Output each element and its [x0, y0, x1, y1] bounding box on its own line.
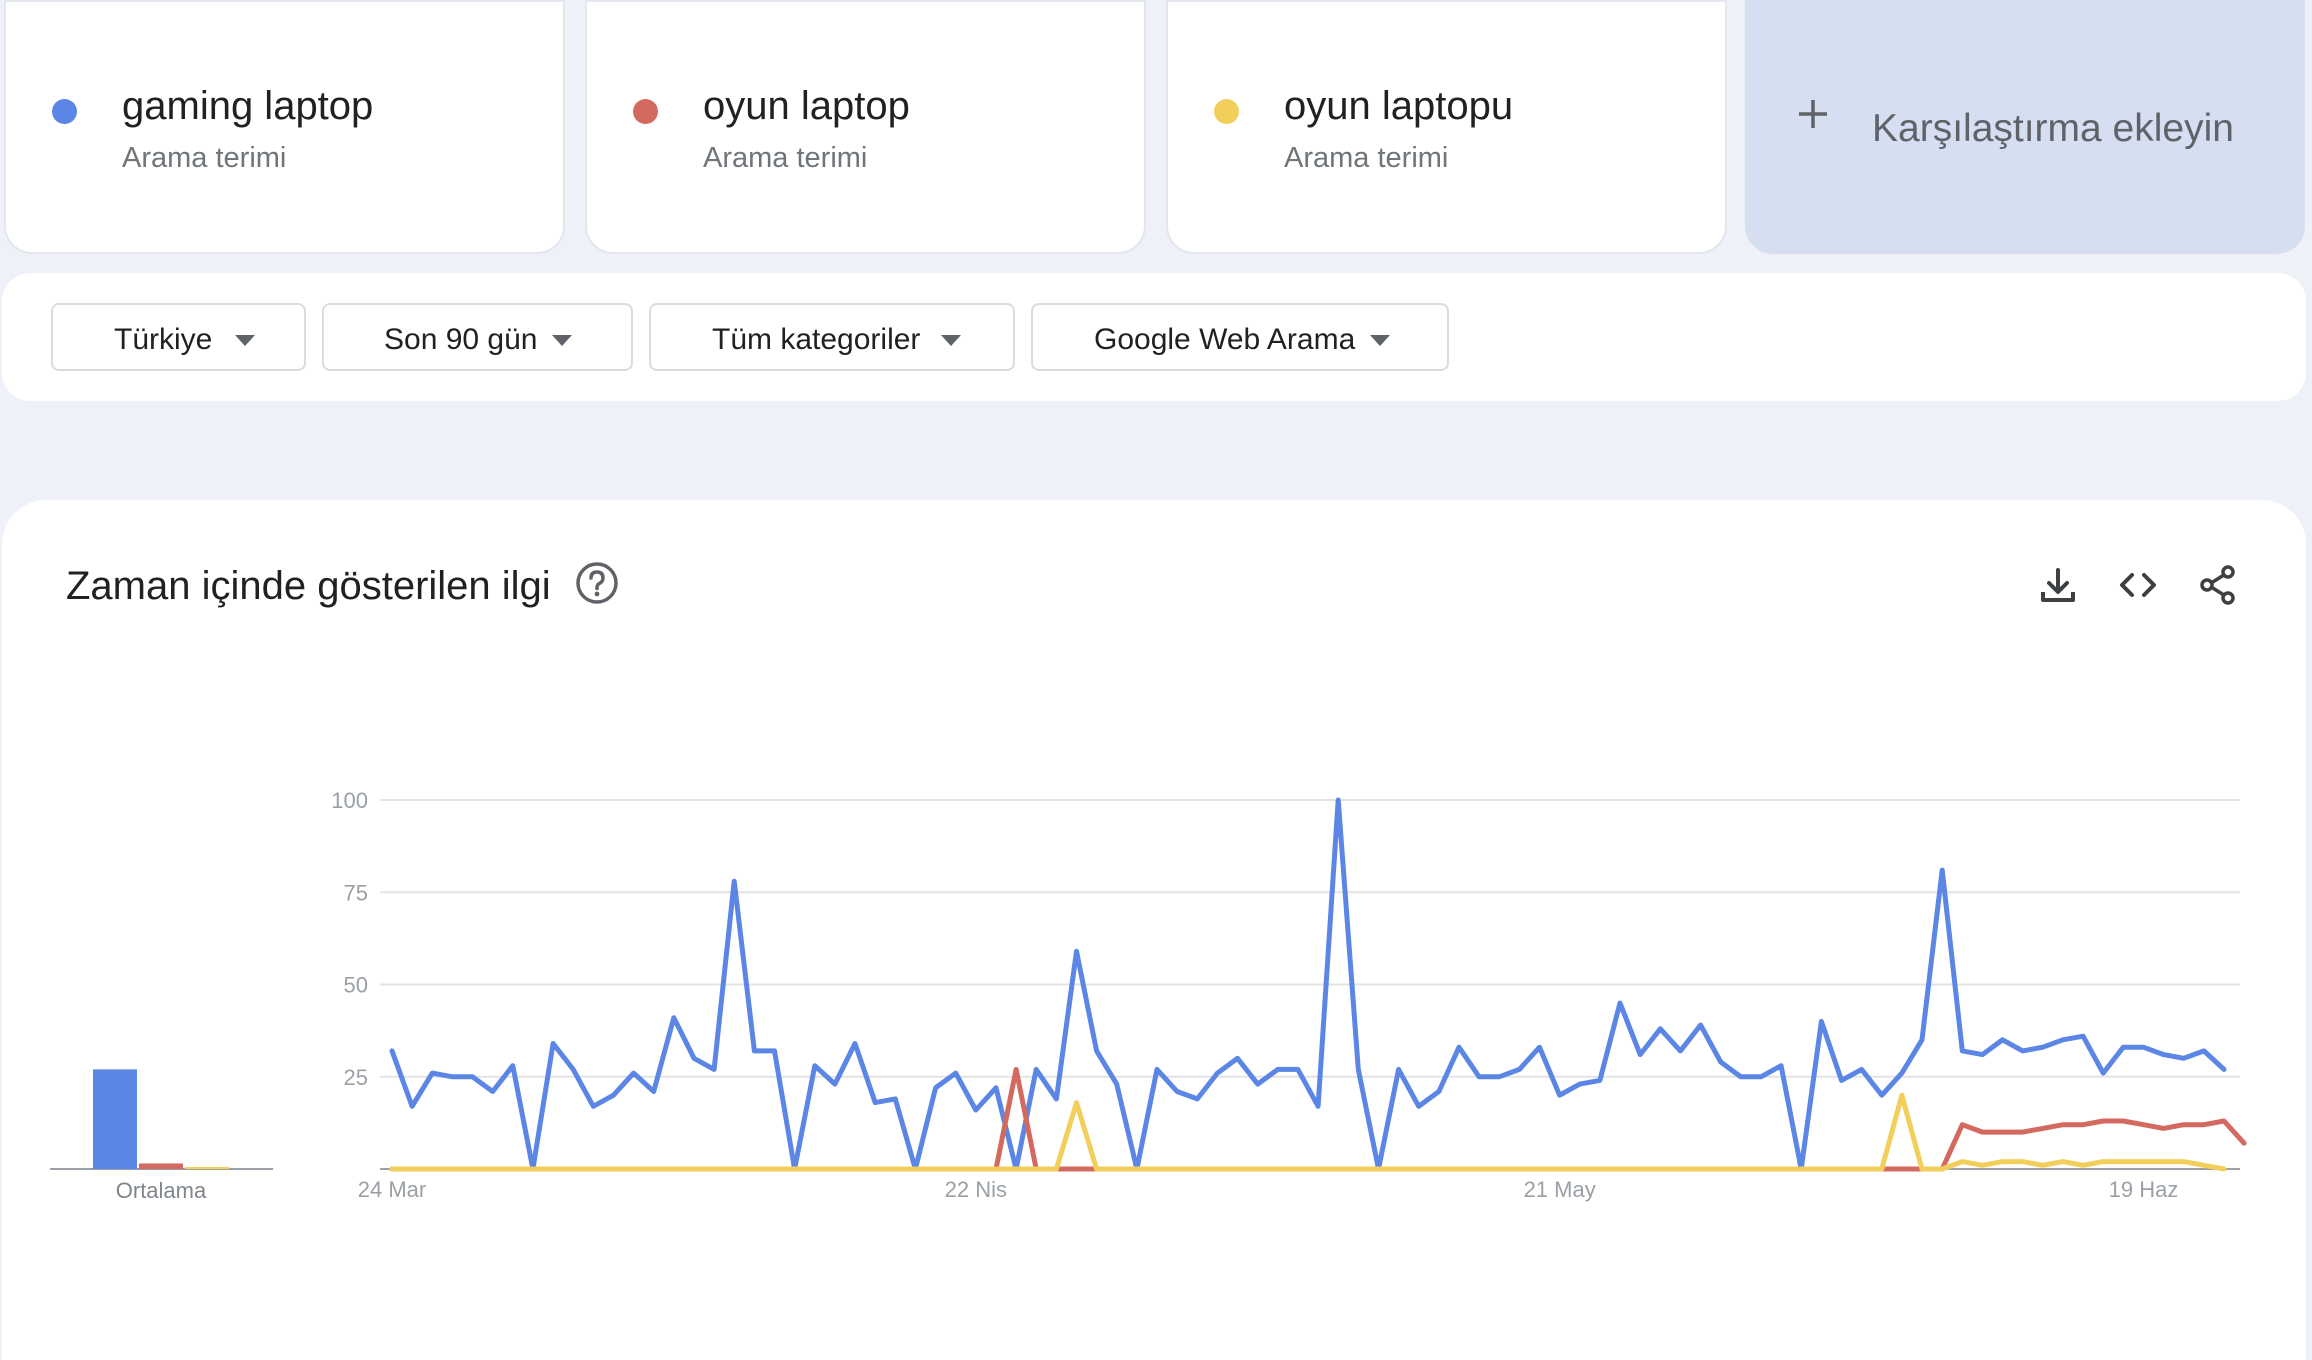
- x-tick-label: 24 Mar: [358, 1177, 426, 1202]
- average-bar-oyun-laptop: [139, 1163, 183, 1169]
- x-tick-label: 19 Haz: [2109, 1177, 2179, 1202]
- interest-chart: 25 50 75 100 24 Mar 22 Nis 21 May 19 Haz Ortal…: [50, 788, 2247, 1203]
- average-bar-oyun-laptopu: [185, 1167, 229, 1169]
- y-tick-label: 75: [344, 880, 368, 905]
- x-tick-label: 21 May: [1524, 1177, 1596, 1202]
- y-tick-label: 25: [344, 1065, 368, 1090]
- y-tick-label: 100: [331, 788, 368, 813]
- average-bar-gaming-laptop: [93, 1069, 137, 1169]
- x-tick-label: 22 Nis: [945, 1177, 1007, 1202]
- average-label: Ortalama: [116, 1178, 207, 1203]
- y-tick-label: 50: [344, 973, 368, 998]
